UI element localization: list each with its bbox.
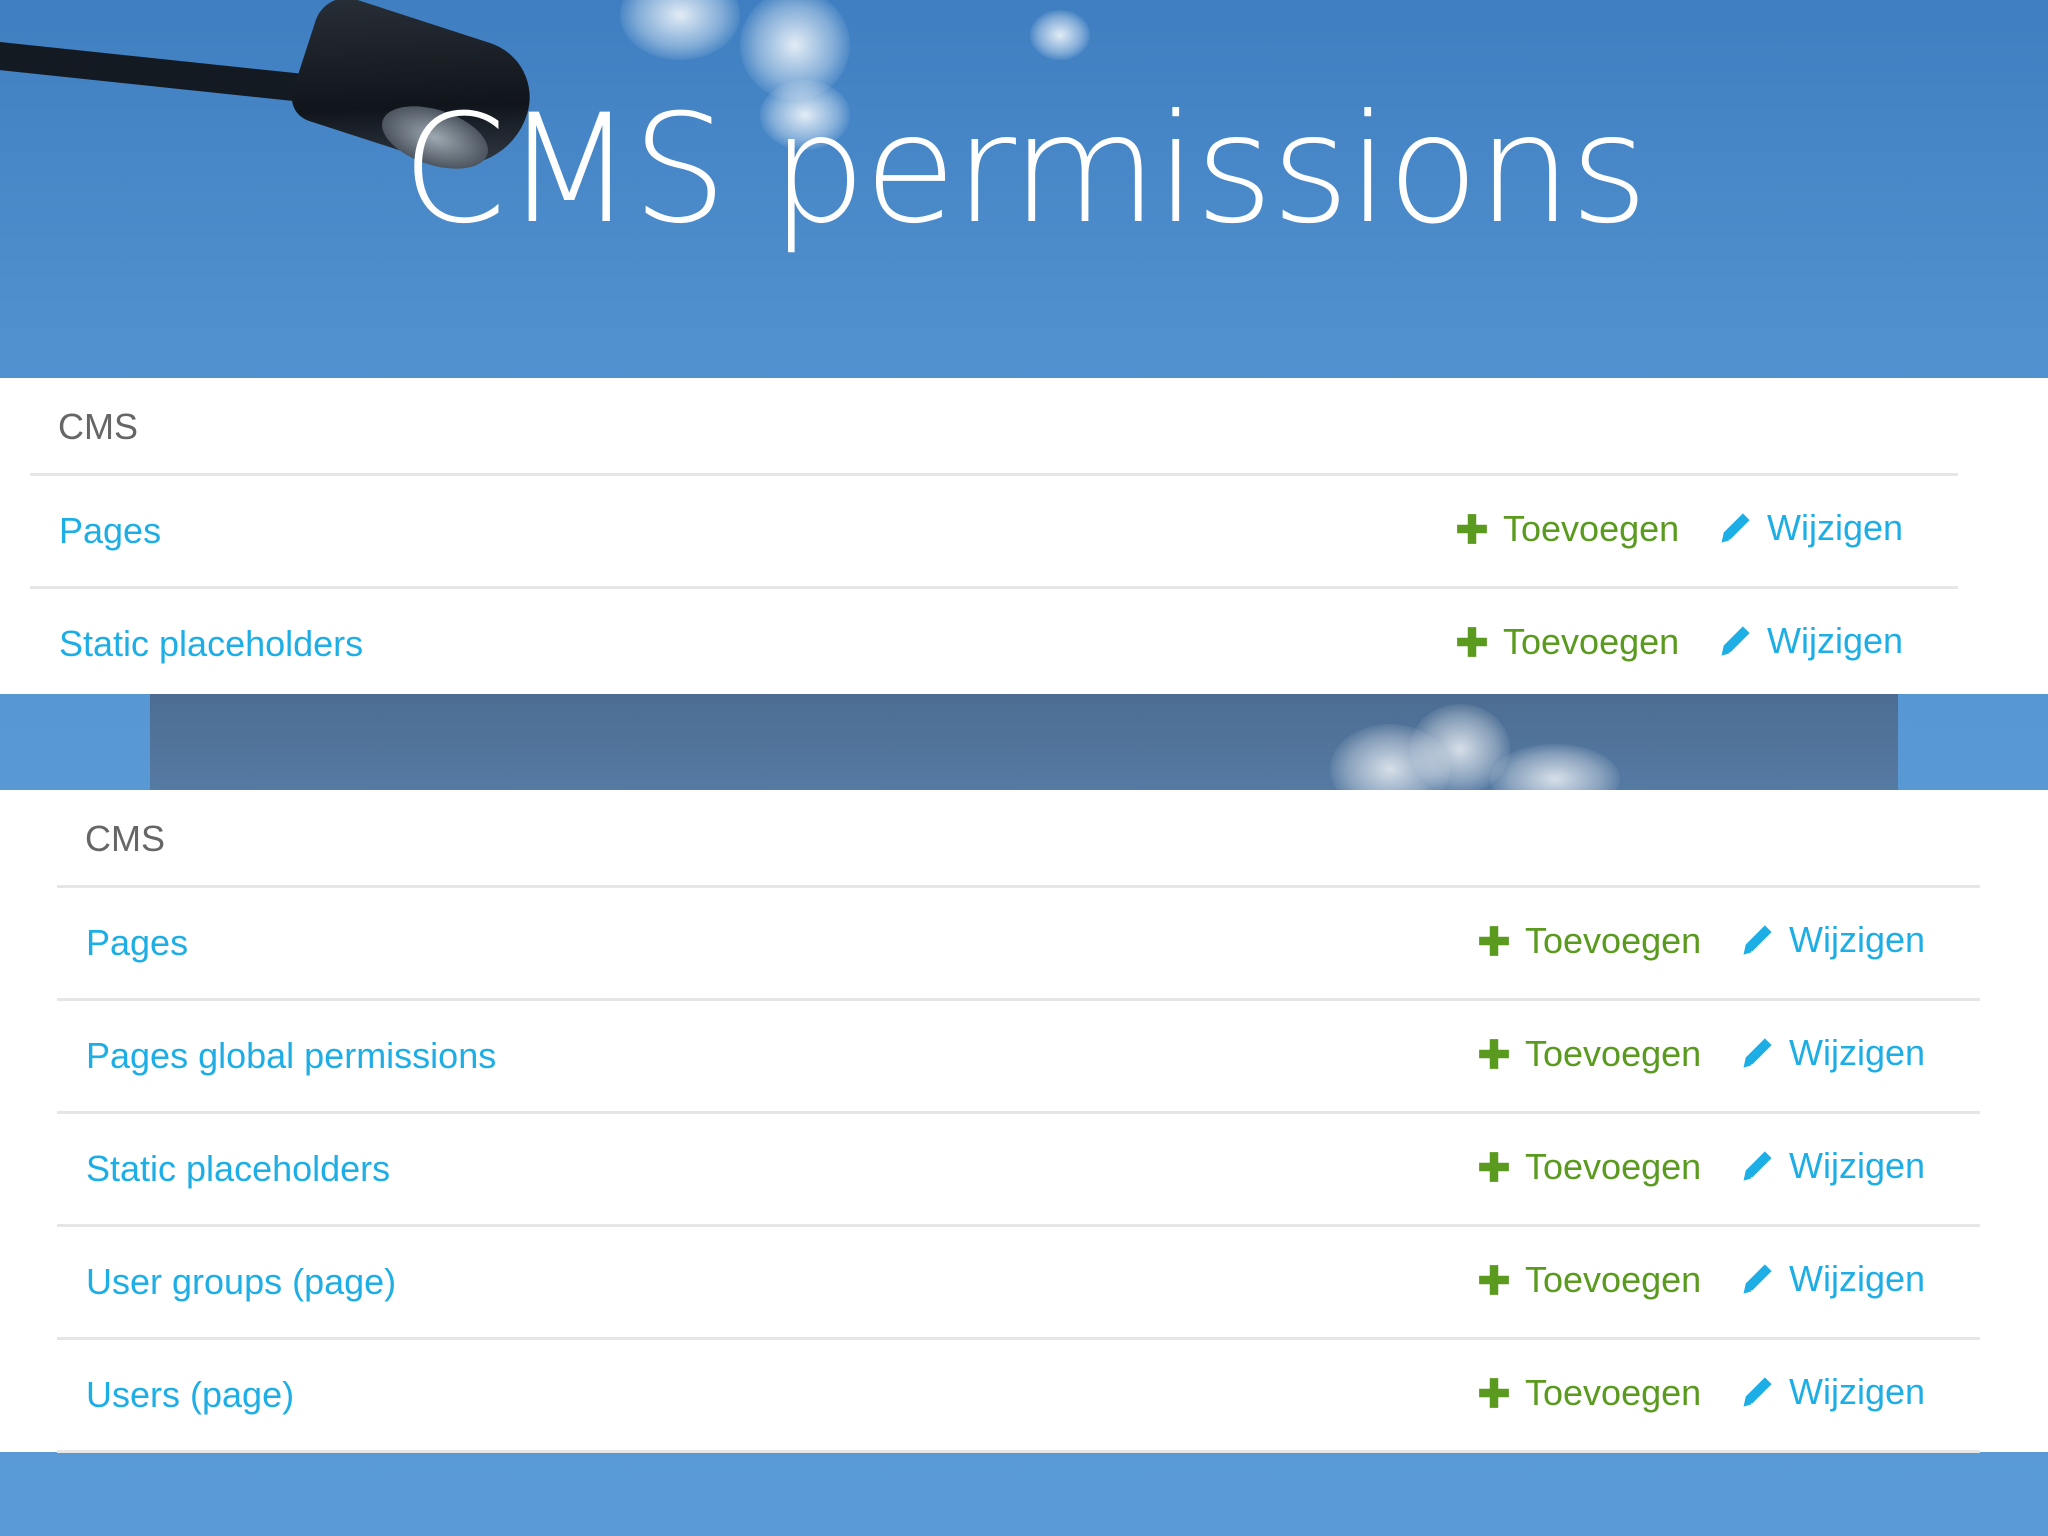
row-name-cell: Static placeholders [30,588,1454,700]
permissions-table: CMS Pages Toevoegen Wijzigen Pages global p… [57,790,1980,1453]
add-label: Toevoegen [1525,1258,1702,1300]
plus-icon [1477,1376,1511,1410]
add-cell: Toevoegen [1476,888,1738,1001]
change-button[interactable]: Wijzigen [1739,919,1925,961]
add-cell: Toevoegen [1454,476,1716,589]
change-button[interactable]: Wijzigen [1739,1145,1925,1187]
add-label: Toevoegen [1503,507,1680,549]
pencil-icon [1739,1261,1775,1297]
table-row: Users (page) Toevoegen Wijzigen [57,1338,1980,1453]
table-caption: CMS [30,378,1958,476]
model-link[interactable]: Pages [31,510,161,551]
add-button[interactable]: Toevoegen [1477,1372,1701,1414]
change-cell: Wijzigen [1738,888,1980,1001]
pencil-icon [1717,623,1753,659]
table-row: Pages Toevoegen Wijzigen [57,888,1980,1001]
add-button[interactable]: Toevoegen [1477,1146,1701,1188]
row-name-cell: Users (page) [57,1338,1476,1453]
row-name-cell: Static placeholders [57,1112,1476,1227]
table-row: Static placeholders Toevoegen Wijzigen [57,1112,1980,1227]
table-body: Pages Toevoegen Wijzigen Pages global permi… [57,888,1980,1453]
pencil-icon [1717,510,1753,546]
add-label: Toevoegen [1503,620,1680,662]
change-cell: Wijzigen [1738,1112,1980,1227]
model-link[interactable]: User groups (page) [58,1261,396,1302]
change-label: Wijzigen [1789,1145,1926,1186]
row-name-cell: Pages [30,476,1454,589]
cloud [1030,10,1090,60]
change-label: Wijzigen [1789,1032,1926,1073]
pencil-icon [1739,1035,1775,1071]
change-button[interactable]: Wijzigen [1739,1032,1925,1074]
change-cell: Wijzigen [1738,999,1980,1114]
add-cell: Toevoegen [1454,588,1716,700]
change-button[interactable]: Wijzigen [1717,507,1903,549]
permissions-table: CMS Pages Toevoegen Wijzigen Static placeho… [30,378,1958,699]
change-cell: Wijzigen [1738,1338,1980,1453]
admin-panel-top: CMS Pages Toevoegen Wijzigen Static placeho… [0,378,2048,694]
add-label: Toevoegen [1525,919,1702,961]
add-label: Toevoegen [1525,1371,1702,1413]
table-row: User groups (page) Toevoegen Wijzigen [57,1225,1980,1340]
model-link[interactable]: Pages [58,922,188,963]
add-cell: Toevoegen [1476,1338,1738,1453]
pencil-icon [1739,1374,1775,1410]
pencil-icon [1739,922,1775,958]
admin-panel-bottom: CMS Pages Toevoegen Wijzigen Pages global p… [0,790,2048,1453]
change-cell: Wijzigen [1716,476,1958,589]
change-cell: Wijzigen [1738,1225,1980,1340]
plus-icon [1455,625,1489,659]
row-name-cell: Pages global permissions [57,999,1476,1114]
change-button[interactable]: Wijzigen [1739,1371,1925,1413]
table-caption: CMS [57,790,1980,888]
model-link[interactable]: Static placeholders [58,1148,390,1189]
add-label: Toevoegen [1525,1032,1702,1074]
add-cell: Toevoegen [1476,1112,1738,1227]
add-button[interactable]: Toevoegen [1477,1033,1701,1075]
add-label: Toevoegen [1525,1145,1702,1187]
model-link[interactable]: Users (page) [58,1374,294,1415]
plus-icon [1455,512,1489,546]
plus-icon [1477,1037,1511,1071]
table-row: Pages Toevoegen Wijzigen [30,476,1958,589]
model-link[interactable]: Static placeholders [31,623,363,664]
table-row: Pages global permissions Toevoegen Wijzige… [57,999,1980,1114]
add-button[interactable]: Toevoegen [1477,1259,1701,1301]
change-label: Wijzigen [1767,620,1904,661]
background-photo-strip [150,694,1898,790]
pencil-icon [1739,1148,1775,1184]
cloud [620,0,740,60]
add-cell: Toevoegen [1476,1225,1738,1340]
change-label: Wijzigen [1789,1258,1926,1299]
slide-title: CMS permissions [401,83,1648,257]
change-button[interactable]: Wijzigen [1717,620,1903,662]
plus-icon [1477,1263,1511,1297]
change-button[interactable]: Wijzigen [1739,1258,1925,1300]
add-cell: Toevoegen [1476,999,1738,1114]
table-row: Static placeholders Toevoegen Wijzigen [30,588,1958,700]
add-button[interactable]: Toevoegen [1455,621,1679,663]
plus-icon [1477,1150,1511,1184]
model-link[interactable]: Pages global permissions [58,1035,496,1076]
change-cell: Wijzigen [1716,588,1958,700]
add-button[interactable]: Toevoegen [1477,920,1701,962]
row-name-cell: Pages [57,888,1476,1001]
change-label: Wijzigen [1767,507,1904,548]
table-body: Pages Toevoegen Wijzigen Static placeholder… [30,476,1958,699]
change-label: Wijzigen [1789,919,1926,960]
change-label: Wijzigen [1789,1371,1926,1412]
row-name-cell: User groups (page) [57,1225,1476,1340]
add-button[interactable]: Toevoegen [1455,508,1679,550]
plus-icon [1477,924,1511,958]
